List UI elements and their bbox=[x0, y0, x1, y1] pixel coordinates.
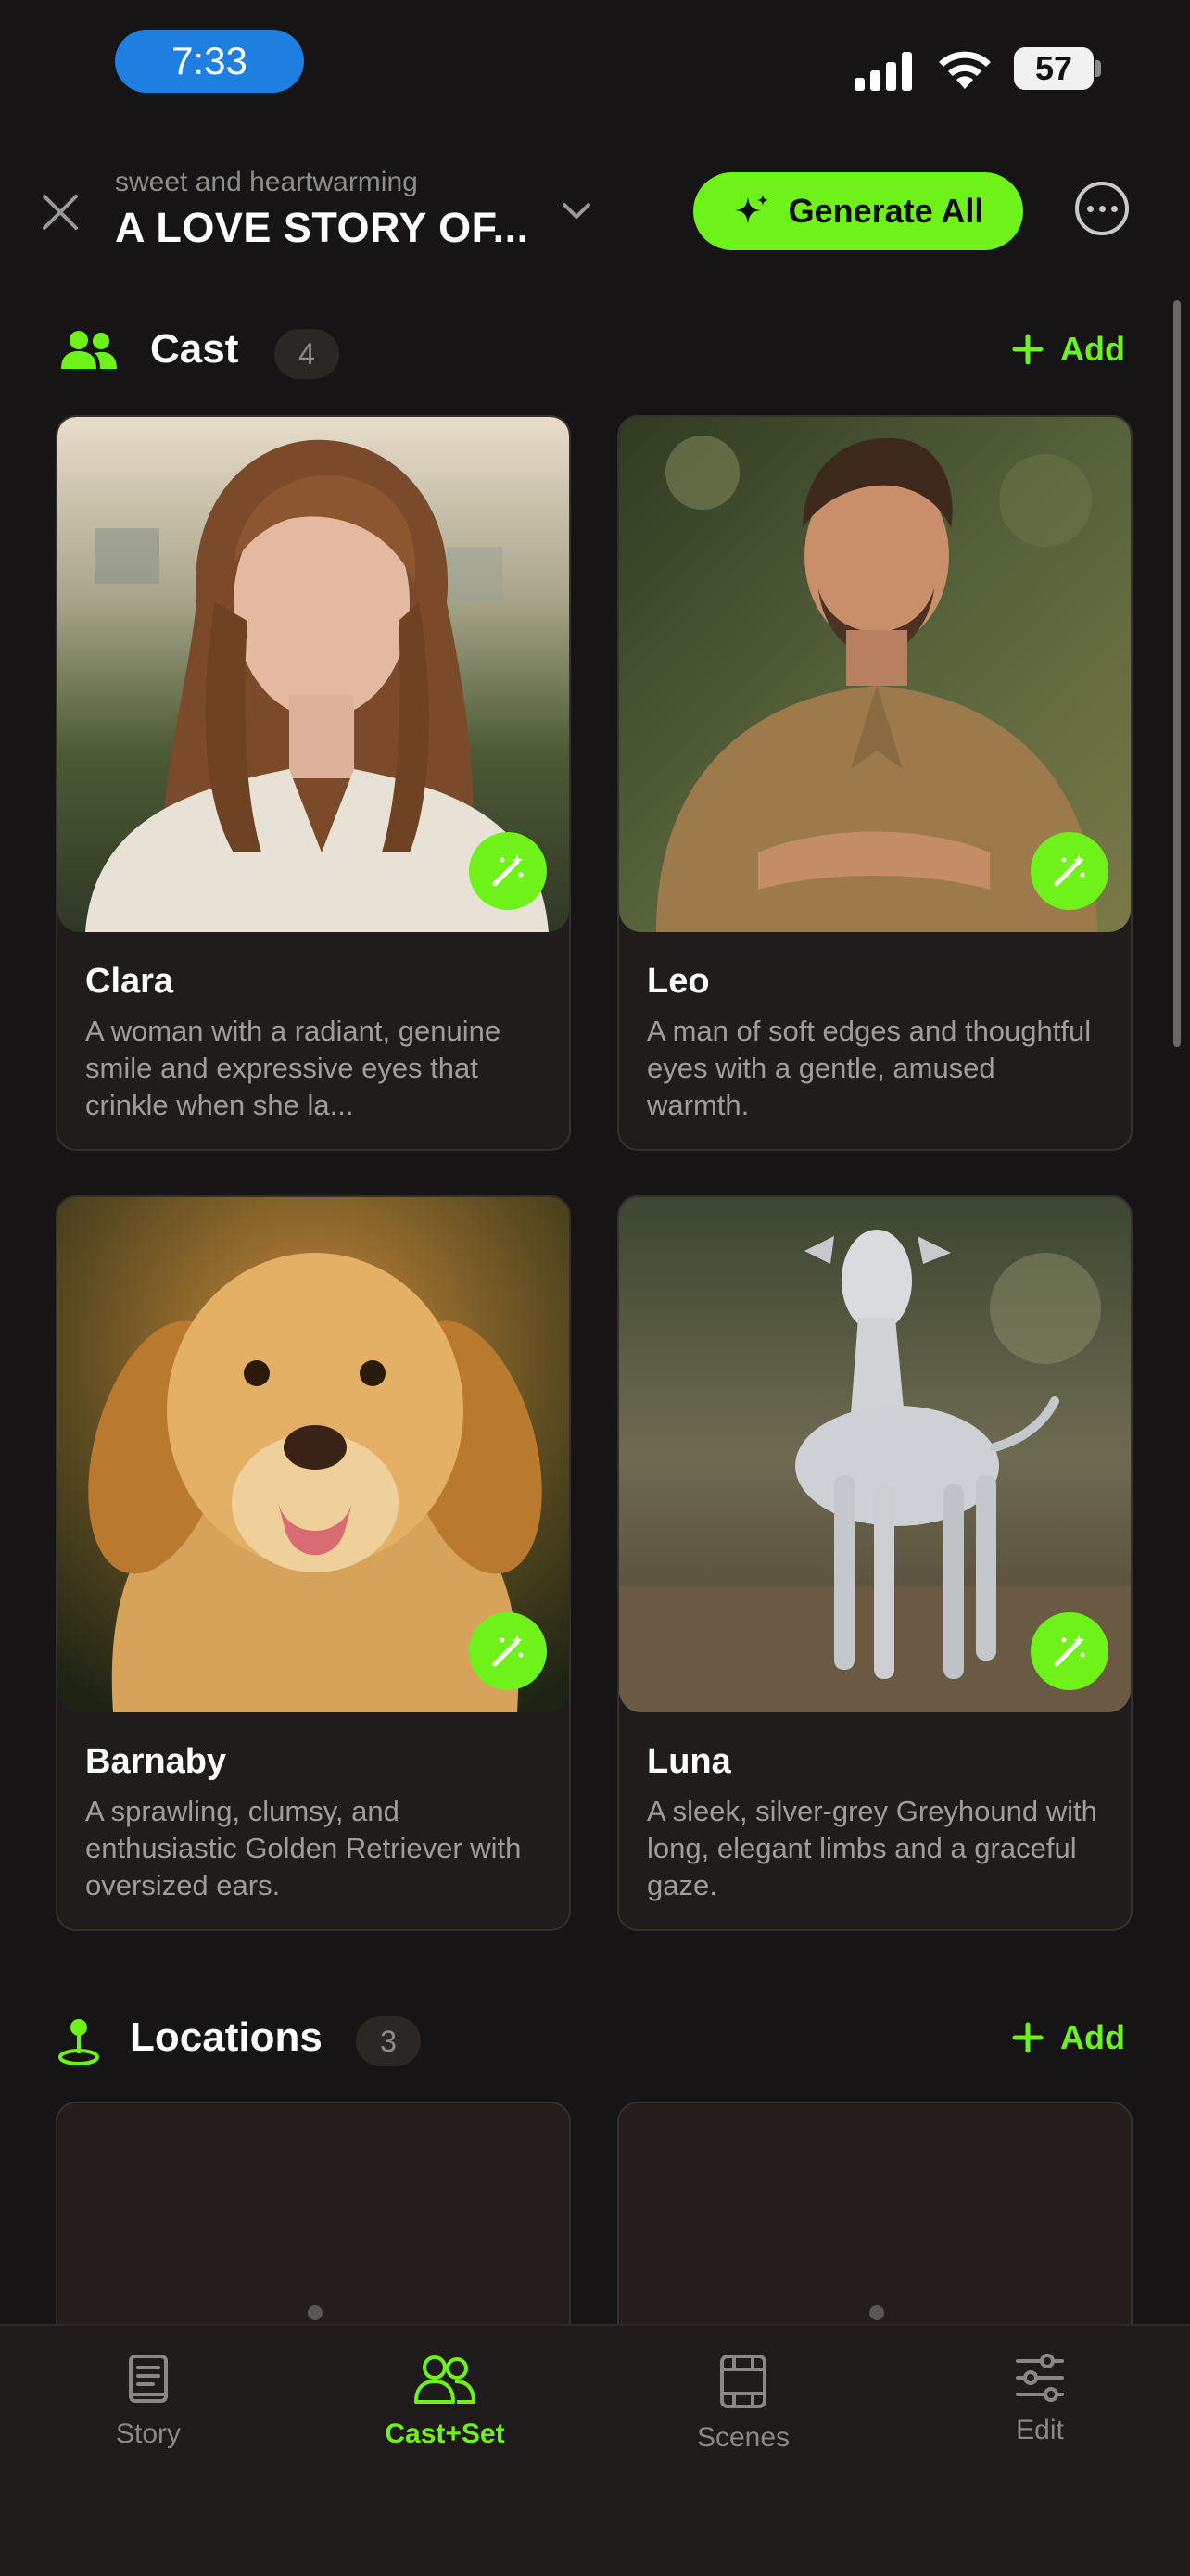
tab-story[interactable]: Story bbox=[56, 2354, 241, 2450]
generate-image-button[interactable] bbox=[1031, 832, 1108, 910]
add-location-button[interactable]: Add bbox=[1012, 2018, 1125, 2057]
locations-section-title: Locations bbox=[130, 2014, 323, 2060]
generate-image-button[interactable] bbox=[469, 832, 547, 910]
plus-icon bbox=[1012, 334, 1044, 365]
locations-count-badge: 3 bbox=[356, 2016, 421, 2066]
sliders-icon bbox=[1016, 2354, 1064, 2402]
project-title[interactable]: A LOVE STORY OF... bbox=[115, 204, 529, 252]
tab-cast-set-label: Cast+Set bbox=[385, 2418, 505, 2449]
cast-description: A man of soft edges and thoughtful eyes … bbox=[647, 1015, 1092, 1121]
leo-portrait bbox=[619, 417, 1131, 932]
cast-name: Leo bbox=[647, 962, 710, 1001]
barnaby-portrait bbox=[57, 1197, 569, 1712]
people-icon bbox=[61, 331, 117, 369]
film-icon bbox=[720, 2355, 766, 2408]
people-icon bbox=[414, 2355, 475, 2404]
cast-section-title: Cast bbox=[150, 326, 239, 372]
cellular-signal-icon bbox=[855, 52, 912, 91]
location-pin-icon bbox=[58, 2019, 99, 2065]
generate-image-button[interactable] bbox=[1031, 1612, 1108, 1690]
plus-icon bbox=[1012, 2022, 1044, 2053]
cast-card-leo[interactable]: Leo A man of soft edges and thoughtful e… bbox=[617, 415, 1133, 1151]
cast-description: A sleek, silver-grey Greyhound with long… bbox=[647, 1795, 1097, 1901]
tab-scenes-label: Scenes bbox=[696, 2422, 791, 2453]
tab-edit[interactable]: Edit bbox=[947, 2354, 1133, 2446]
sparkle-icon bbox=[734, 195, 768, 224]
cast-count-badge: 4 bbox=[274, 329, 339, 379]
more-dot bbox=[1098, 205, 1106, 212]
location-placeholder-dot bbox=[308, 2305, 323, 2320]
cast-name: Barnaby bbox=[85, 1742, 227, 1781]
tab-scenes[interactable]: Scenes bbox=[651, 2354, 836, 2454]
status-time: 7:33 bbox=[115, 30, 304, 93]
cast-name: Luna bbox=[647, 1742, 731, 1781]
generate-all-button[interactable]: Generate All bbox=[693, 172, 1023, 250]
close-icon[interactable] bbox=[41, 193, 80, 232]
add-cast-button[interactable]: Add bbox=[1012, 330, 1125, 369]
luna-portrait bbox=[619, 1197, 1131, 1712]
wifi-icon bbox=[939, 51, 991, 89]
generate-all-label: Generate All bbox=[788, 192, 984, 230]
tab-story-label: Story bbox=[115, 2418, 182, 2449]
scrollbar[interactable] bbox=[1173, 300, 1181, 1047]
cast-card-luna[interactable]: Luna A sleek, silver-grey Greyhound with… bbox=[617, 1195, 1133, 1931]
magic-wand-icon bbox=[1054, 854, 1085, 887]
cast-name: Clara bbox=[85, 962, 174, 1001]
more-options-button[interactable] bbox=[1075, 182, 1129, 235]
tab-cast-set[interactable]: Cast+Set bbox=[352, 2354, 538, 2450]
cast-description: A woman with a radiant, genuine smile an… bbox=[85, 1015, 501, 1121]
add-location-label: Add bbox=[1060, 2018, 1125, 2056]
cast-card-barnaby[interactable]: Barnaby A sprawling, clumsy, and enthusi… bbox=[56, 1195, 571, 1931]
battery-indicator: 57 bbox=[1014, 47, 1094, 90]
book-icon bbox=[129, 2355, 168, 2403]
add-cast-label: Add bbox=[1060, 330, 1125, 368]
generate-image-button[interactable] bbox=[469, 1612, 547, 1690]
clara-portrait bbox=[57, 417, 569, 932]
magic-wand-icon bbox=[492, 854, 524, 887]
tab-edit-label: Edit bbox=[1016, 2415, 1064, 2445]
battery-tip bbox=[1095, 60, 1101, 77]
magic-wand-icon bbox=[492, 1635, 524, 1667]
more-dot bbox=[1110, 205, 1118, 212]
location-placeholder-dot bbox=[869, 2305, 884, 2320]
chevron-down-icon[interactable] bbox=[562, 202, 591, 221]
cast-description: A sprawling, clumsy, and enthusiastic Go… bbox=[85, 1795, 522, 1901]
cast-card-clara[interactable]: Clara A woman with a radiant, genuine sm… bbox=[56, 415, 571, 1151]
project-subtitle: sweet and heartwarming bbox=[115, 167, 418, 197]
magic-wand-icon bbox=[1054, 1635, 1085, 1667]
more-dot bbox=[1086, 205, 1094, 212]
